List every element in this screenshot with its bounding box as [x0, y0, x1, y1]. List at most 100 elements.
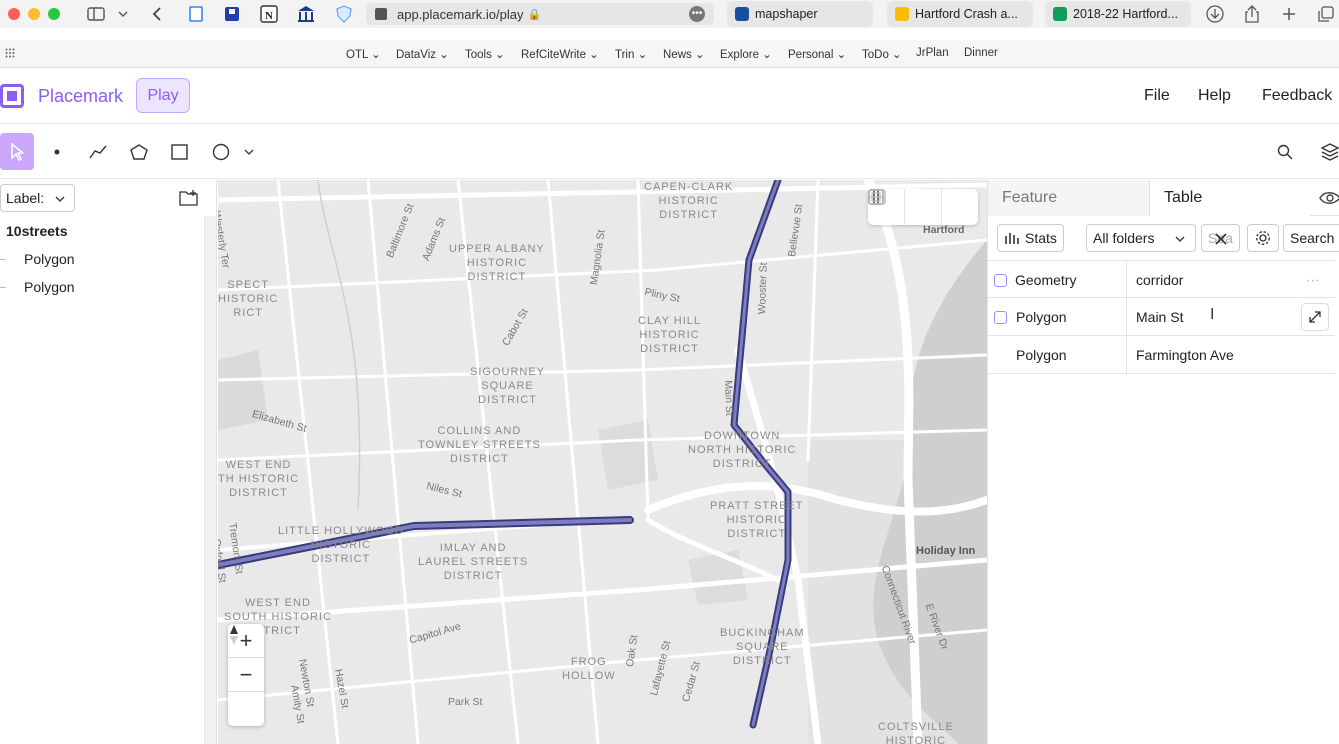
save-bookmark-icon[interactable]	[223, 5, 241, 23]
bookmark-explore[interactable]: Explore ⌄	[720, 47, 772, 61]
back-icon[interactable]	[150, 5, 164, 23]
district-label: COLLINS AND TOWNLEY STREETS DISTRICT	[418, 425, 541, 465]
attribute-table: Geometry corridor ⋯ Polygon Main St I Po…	[988, 260, 1335, 374]
district-label: SPECT HISTORIC RICT	[218, 279, 279, 319]
drive-favicon-icon	[895, 7, 909, 21]
corridor-cell[interactable]: Main St	[1136, 298, 1183, 336]
corridor-cell[interactable]: Farmington Ave	[1136, 336, 1234, 374]
point-tool-button[interactable]	[40, 133, 74, 170]
minus-icon: −	[239, 661, 253, 687]
zoom-out-button[interactable]: −	[228, 658, 264, 692]
tree-connector	[0, 259, 6, 260]
shape-options-button[interactable]	[240, 133, 258, 170]
tree-connector	[0, 287, 6, 288]
eye-icon[interactable]	[1318, 188, 1339, 208]
street-label: Wooster St	[756, 262, 770, 315]
sidebar-toggle-icon[interactable]	[86, 5, 106, 23]
bookmark-dinner[interactable]: Dinner	[964, 47, 998, 59]
expand-cell-button[interactable]	[1301, 303, 1329, 331]
bookmark-todo[interactable]: ToDo ⌄	[862, 47, 902, 61]
label-select[interactable]: Label:	[0, 184, 75, 212]
map-only-button[interactable]	[868, 189, 942, 225]
table-row[interactable]: Polygon Main St I	[988, 298, 1335, 336]
tab-feature[interactable]: Feature	[988, 180, 1150, 216]
zoom-controls: + −	[228, 624, 264, 726]
table-row[interactable]: Polygon Farmington Ave	[988, 336, 1335, 374]
apps-grid-icon[interactable]	[5, 48, 17, 58]
district-label: LITTLE HOLLYWOOD HISTORIC DISTRICT	[278, 525, 404, 565]
minimize-window-button[interactable]	[28, 8, 40, 20]
circle-tool-button[interactable]	[204, 133, 238, 170]
chevron-down-icon	[244, 149, 254, 155]
placemark-logo-icon[interactable]	[0, 84, 24, 108]
column-menu-icon[interactable]: ⋯	[1306, 261, 1320, 299]
panel-tabs: Feature Table	[988, 180, 1339, 216]
download-icon[interactable]	[1205, 5, 1225, 23]
bookmark-trin[interactable]: Trin ⌄	[615, 47, 647, 61]
tab-overview-icon[interactable]	[1317, 5, 1335, 23]
table-settings-button[interactable]	[1247, 224, 1279, 252]
tab-mapshaper[interactable]: mapshaper	[727, 1, 873, 27]
address-bar[interactable]: app.placemark.io/play 🔒 •••	[366, 3, 714, 25]
district-label: CLAY HILL HISTORIC DISTRICT	[638, 315, 702, 355]
doc-bookmark-icon[interactable]	[187, 5, 205, 23]
sidebar-scrollbar[interactable]	[204, 216, 216, 744]
close-window-button[interactable]	[8, 8, 20, 20]
search-button[interactable]	[1268, 133, 1302, 170]
site-favicon-icon	[375, 8, 387, 20]
row-checkbox[interactable]	[994, 311, 1007, 324]
text-cursor-icon: I	[1210, 306, 1215, 323]
bookmark-dataviz[interactable]: DataViz ⌄	[396, 47, 449, 61]
map-canvas[interactable]: CAPEN-CLARK HISTORIC DISTRICT UPPER ALBANY…	[218, 180, 987, 744]
district-label: UPPER ALBANY HISTORIC DISTRICT	[449, 243, 545, 283]
zoom-window-button[interactable]	[48, 8, 60, 20]
bookmark-jrplan[interactable]: JrPlan	[916, 47, 949, 59]
filter-input[interactable]: Sea	[1201, 224, 1240, 252]
street-label: Park St	[448, 696, 483, 708]
reset-north-button[interactable]	[228, 625, 264, 726]
column-header-geometry[interactable]: Geometry	[1015, 261, 1076, 299]
compass-icon	[230, 625, 238, 645]
search-features-button[interactable]: Search	[1283, 224, 1339, 252]
select-tool-button[interactable]	[0, 133, 34, 170]
feedback-menu[interactable]: Feedback	[1262, 87, 1332, 105]
folders-select[interactable]: All folders	[1086, 224, 1196, 252]
help-menu[interactable]: Help	[1198, 87, 1231, 105]
file-menu[interactable]: File	[1144, 87, 1170, 105]
tree-item-polygon[interactable]: Polygon	[24, 279, 75, 295]
street-label: Main St	[722, 380, 736, 417]
more-icon[interactable]: •••	[689, 6, 705, 22]
notion-icon[interactable]: N	[259, 5, 279, 23]
tree-root-folder[interactable]: 10streets	[6, 223, 68, 239]
bookmark-news[interactable]: News ⌄	[663, 47, 705, 61]
shield-icon[interactable]	[334, 5, 354, 23]
bookmark-refcitewrite[interactable]: RefCiteWrite ⌄	[521, 47, 599, 61]
place-label: Hartford	[923, 224, 965, 236]
bookmark-tools[interactable]: Tools ⌄	[465, 47, 505, 61]
chevron-down-icon[interactable]	[117, 5, 129, 23]
select-all-checkbox[interactable]	[994, 274, 1007, 287]
tree-item-polygon[interactable]: Polygon	[24, 251, 75, 267]
split-horizontal-button[interactable]	[868, 189, 978, 225]
column-divider	[1126, 298, 1127, 336]
share-icon[interactable]	[1243, 5, 1261, 23]
bookmark-otl[interactable]: OTL ⌄	[346, 47, 381, 61]
line-tool-button[interactable]	[81, 133, 115, 170]
brand-name[interactable]: Placemark	[38, 86, 123, 107]
geometry-cell: Polygon	[1016, 347, 1067, 363]
add-folder-icon[interactable]	[179, 189, 199, 207]
tab-hartford-crash[interactable]: Hartford Crash a...	[887, 1, 1033, 27]
layers-button[interactable]	[1313, 133, 1339, 170]
tab-hartford-sheet[interactable]: 2018-22 Hartford...	[1045, 1, 1191, 27]
url-text: app.placemark.io/play	[397, 6, 524, 22]
library-icon[interactable]	[296, 5, 316, 23]
tab-table[interactable]: Table	[1150, 180, 1310, 216]
new-tab-icon[interactable]	[1280, 5, 1298, 23]
rectangle-tool-button[interactable]	[163, 133, 197, 170]
stats-button[interactable]: Stats	[997, 224, 1064, 252]
bookmark-personal[interactable]: Personal ⌄	[788, 47, 846, 61]
column-header-corridor[interactable]: corridor	[1136, 261, 1183, 299]
chevron-down-icon	[1175, 236, 1185, 242]
play-mode-badge[interactable]: Play	[136, 78, 190, 113]
polygon-tool-button[interactable]	[122, 133, 156, 170]
